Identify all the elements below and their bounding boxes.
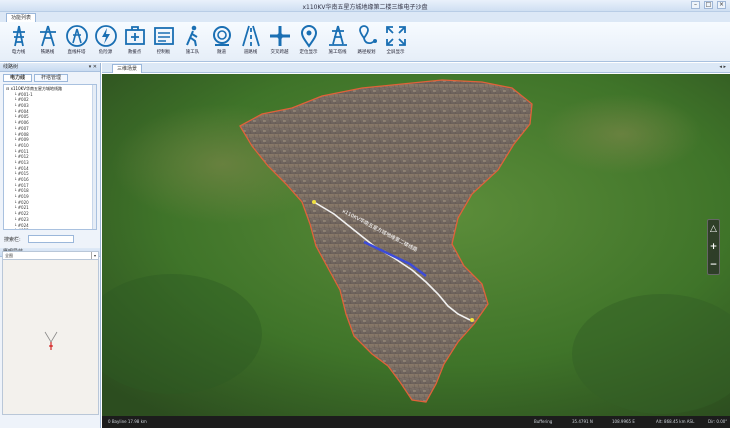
toolbar-button-construction-tower[interactable]: 施工塔线 [323,22,352,60]
panel-header: 线路树 ▾ ✕ [0,63,100,72]
walker-icon [185,25,198,47]
left-panel: 线路树 ▾ ✕ 电力线 杆塔管理 ⊟ x110KV华南五星方城地线路 └ #00… [0,63,101,428]
toolbar-label: 路径规划 [357,50,376,55]
tunnel-icon [212,26,231,46]
toolbar-label: 危险源 [98,50,113,55]
toolbar-button-crew[interactable]: 施工队 [178,22,207,60]
power-pylon-icon [12,25,25,47]
toolbar-button-crossing[interactable]: 交叉跨越 [265,22,294,60]
zoom-out-button[interactable]: − [710,260,718,270]
tree-scrollbar[interactable] [92,85,96,229]
overview-map[interactable]: 全图 ▾ [2,251,99,415]
toolbar-label: 施工塔线 [328,50,347,55]
tab-power-line[interactable]: 电力线 [3,74,33,82]
toolbar-label: 交叉跨越 [270,50,289,55]
buffering-label: Buffering [534,419,553,424]
tab-function-list[interactable]: 功能列表 [6,13,37,22]
panel-title: 线路树 [3,64,19,70]
ribbon-tabbar: 功能列表 [0,12,730,22]
toolbar-label: 道路线 [243,50,258,55]
toolbar-label: 全屏显示 [386,50,405,55]
crossing-icon [269,26,290,46]
toolbar-button-railway[interactable]: 铁路线 [33,22,62,60]
pylon-icon [39,25,56,47]
toolbar-label: 定位显示 [299,50,318,55]
pin-icon[interactable]: ▾ ✕ [89,63,97,71]
zoom-control[interactable]: △ + − [707,219,720,275]
compass-icon[interactable]: △ [710,224,717,234]
map-tabbar: 三维场景 ◂ ▸ [102,63,730,73]
toolbar-label: 铁路线 [40,50,55,55]
status-bar: 0 Bayline 17.98 km Buffering 35.4791 N 1… [102,416,730,428]
road-icon [241,25,260,47]
toolbar-button-control-panel[interactable]: 控制板 [149,22,178,60]
chevron-down-icon[interactable]: ▾ [91,252,98,259]
construction-tower-icon [328,25,347,46]
tower-icon [65,25,88,47]
toolbar-label: 直线杆塔 [67,50,86,55]
fullscreen-icon [385,26,406,46]
maximize-button[interactable]: □ [704,1,713,9]
zoom-in-button[interactable]: + [710,242,718,252]
lightning-icon [94,25,117,47]
toolbar-button-hazard[interactable]: 危险源 [91,22,120,60]
toolbar-button-fullscreen[interactable]: 全屏显示 [381,22,410,60]
title-bar: x110KV华南五星方城地缘第二楼三维电子沙盘 – □ × [0,0,730,12]
toolbar-label: 隧道 [217,50,226,55]
toolbar-label: 电力线 [11,50,26,55]
toolbar-label: 控制板 [156,50,171,55]
latitude-readout: 35.4791 N [572,419,593,424]
toolbar-button-tunnel[interactable]: 隧道 [207,22,236,60]
toolbar-button-rescue[interactable]: 救援点 [120,22,149,60]
line-tree[interactable]: ⊟ x110KV华南五星方城地线路 └ #001-1 └ #002 └ #003 └ … [3,84,97,230]
tab-tower-management[interactable]: 杆塔管理 [34,74,69,82]
toolbar-button-road[interactable]: 道路线 [236,22,265,60]
toolbar-label: 救援点 [127,50,142,55]
search-row: 搜索栏: [0,232,100,246]
toolbar-label: 施工队 [185,50,200,55]
close-button[interactable]: × [717,1,726,9]
toolbar-button-tower[interactable]: 直线杆塔 [62,22,91,60]
toolbar-button-locate[interactable]: 定位显示 [294,22,323,60]
panel-icon [153,27,174,45]
compass-marker-icon [44,331,58,350]
satellite-terrain: x110KV华南五星方城地缘第二楼线路 [102,74,730,416]
toolbar-button-power-line[interactable]: 电力线 [4,22,33,60]
tab-nav-arrows[interactable]: ◂ ▸ [719,64,726,70]
ribbon-toolbar: 电力线 铁路线 直线杆塔 危险源 救援点 控制板 施工队 隧道 道路线 交叉跨越… [0,22,730,62]
location-pin-icon [300,25,317,48]
search-label: 搜索栏: [4,236,21,243]
overview-select[interactable]: 全图 ▾ [3,252,98,260]
window-title: x110KV华南五星方城地缘第二楼三维电子沙盘 [302,4,428,11]
route-icon [358,25,377,45]
search-input[interactable] [27,235,74,243]
altitude-readout: Alt: 868.45 km ASL [656,419,695,424]
minimize-button[interactable]: – [691,1,700,9]
scale-readout: 0 Bayline 17.98 km [108,419,147,424]
tab-3d-scene[interactable]: 三维场景 [112,64,143,73]
tree-item[interactable]: └ #025 [6,228,94,229]
longitude-readout: 108.9965 E [612,419,635,424]
3d-map-view[interactable]: x110KV华南五星方城地缘第二楼线路 △ + − [102,74,730,416]
toolbar-button-route[interactable]: 路径规划 [352,22,381,60]
first-aid-icon [124,26,145,45]
direction-readout: Dir: 0.00° [708,419,728,424]
